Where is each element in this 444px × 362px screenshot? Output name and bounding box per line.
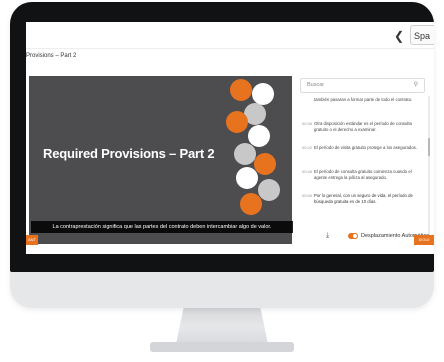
entry-text: Por lo general, con un seguro de vida, e… <box>314 193 413 204</box>
deco-circle-9 <box>258 179 280 201</box>
download-icon[interactable]: ⤓ <box>326 232 329 240</box>
entry-time: 00:55 <box>302 193 313 198</box>
entry-text: Otra disposición estándar es el período … <box>314 121 412 132</box>
entry-text: también pasaran a formar parte de todo e… <box>314 97 413 102</box>
transcript-entry[interactable]: 00:55 Por lo general, con un seguro de v… <box>298 193 424 217</box>
transcript-entry[interactable]: 00:36 Otra disposición estándar es el pe… <box>298 121 424 145</box>
video-title: Required Provisions – Part 2 <box>43 146 215 161</box>
deco-circle-6 <box>234 143 256 165</box>
deco-circle-5 <box>248 125 270 147</box>
deco-circle-1 <box>230 79 252 101</box>
search-icon[interactable]: ⚲ <box>414 81 418 88</box>
transcript-entry[interactable]: 00:42 El período de visita gratuito prot… <box>298 145 424 169</box>
scrollbar-thumb[interactable] <box>428 138 430 156</box>
previous-button[interactable]: ANT <box>26 235 38 245</box>
next-button[interactable]: SIGUI <box>414 235 434 245</box>
transcript-scrollbar[interactable] <box>428 96 430 236</box>
monitor-base <box>150 342 294 352</box>
video-player[interactable]: Required Provisions – Part 2 La contrapr… <box>29 76 293 244</box>
deco-circle-7 <box>254 153 276 175</box>
course-player-screen: ❮ Spa Provisions – Part 2 Required Provi… <box>26 22 434 254</box>
entry-text: El período de visita gratuito protege a … <box>314 145 417 150</box>
transcript-entries: también pasaran a formar parte de todo e… <box>298 97 424 217</box>
transcript-entry[interactable]: también pasaran a formar parte de todo e… <box>298 97 424 121</box>
page-title: Provisions – Part 2 <box>26 53 77 59</box>
autoscroll-toggle[interactable] <box>348 233 358 239</box>
transcript-panel: Buscar ⚲ también pasaran a formar parte … <box>298 76 430 250</box>
entry-time: 00:42 <box>302 145 313 150</box>
entry-time: 00:48 <box>302 169 313 174</box>
transcript-entry[interactable]: 00:48 El período de consulta gratuito co… <box>298 169 424 193</box>
top-bar: ❮ Spa <box>26 22 434 49</box>
deco-circle-2 <box>252 83 274 105</box>
decorative-chain-graphic <box>226 79 280 215</box>
deco-circle-8 <box>236 167 258 189</box>
deco-circle-10 <box>240 193 262 215</box>
video-caption: La contraprestación significa que las pa… <box>31 221 293 233</box>
search-placeholder: Buscar <box>307 82 325 88</box>
back-button[interactable]: ❮ <box>394 29 404 43</box>
entry-time: 00:36 <box>302 121 313 126</box>
toggle-knob <box>352 233 358 239</box>
deco-circle-4 <box>226 111 248 133</box>
transcript-search-input[interactable]: Buscar ⚲ <box>300 78 425 93</box>
entry-text: El período de consulta gratuito comienza… <box>314 169 412 180</box>
language-select[interactable]: Spa <box>410 25 434 45</box>
